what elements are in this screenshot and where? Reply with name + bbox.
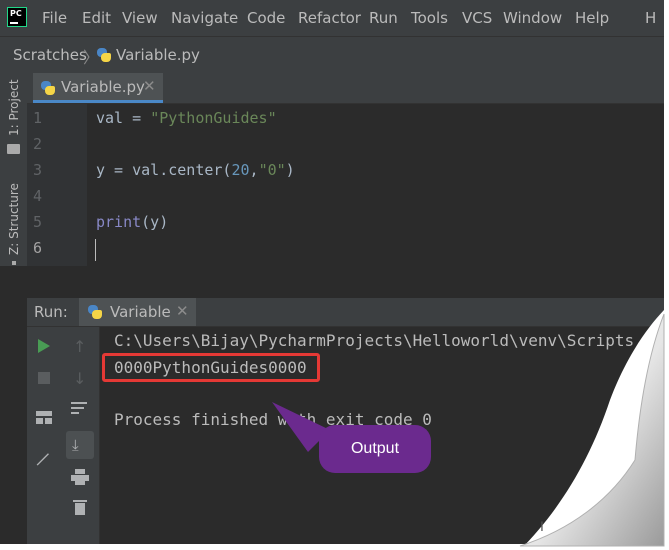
play-icon[interactable] — [38, 339, 50, 353]
editor-tab-row: Variable.py ✕ — [27, 73, 664, 104]
project-tool-tab[interactable]: 1: Project — [7, 79, 21, 136]
menu-code[interactable]: Code — [247, 9, 285, 27]
menu-edit[interactable]: Edit — [82, 9, 111, 27]
code-line-3: y = val.center(20,"0") — [96, 161, 295, 179]
arrow-down-icon[interactable]: ↓ — [73, 369, 86, 388]
layout-icon[interactable] — [36, 411, 52, 424]
page-curl-decoration — [519, 310, 669, 550]
line-number: 1 — [33, 109, 43, 127]
output-callout: Output — [319, 425, 431, 473]
pycharm-logo-icon: PC — [7, 7, 27, 27]
breadcrumb-file[interactable]: Variable.py — [116, 46, 200, 64]
line-number: 4 — [33, 187, 43, 205]
pin-icon[interactable]: ❘ — [32, 447, 55, 470]
breadcrumb-scratches[interactable]: Scratches — [13, 46, 87, 64]
menu-navigate[interactable]: Navigate — [171, 9, 238, 27]
menu-run[interactable]: Run — [369, 9, 398, 27]
code-line-5: print(y) — [96, 213, 169, 231]
console-toolbar: ↑ ↓ ⤓ — [61, 327, 100, 544]
run-tab-label: Variable — [110, 303, 171, 321]
text-cursor — [95, 239, 96, 261]
trash-icon[interactable] — [73, 499, 87, 515]
tab-variable-py[interactable]: Variable.py ✕ — [33, 73, 163, 103]
structure-tool-tab[interactable]: Z: Structure — [7, 183, 21, 255]
tab-label: Variable.py — [61, 78, 145, 96]
line-number-current: 6 — [33, 239, 43, 257]
run-tab-variable[interactable]: Variable ✕ — [79, 298, 196, 326]
code-editor[interactable]: val = "PythonGuides" y = val.center(20,"… — [87, 104, 664, 266]
menu-refactor[interactable]: Refactor — [298, 9, 361, 27]
soft-wrap-icon[interactable] — [71, 401, 89, 415]
menu-vcs[interactable]: VCS — [462, 9, 492, 27]
line-number: 2 — [33, 135, 43, 153]
python-file-icon — [96, 47, 112, 63]
menu-tools[interactable]: Tools — [411, 9, 448, 27]
folder-icon[interactable] — [7, 144, 20, 154]
menu-help[interactable]: Help — [575, 9, 609, 27]
close-icon[interactable]: ✕ — [176, 302, 189, 320]
menu-overflow[interactable]: H — [645, 9, 656, 27]
code-line-1: val = "PythonGuides" — [96, 109, 277, 127]
line-number: 5 — [33, 213, 43, 231]
print-icon[interactable] — [71, 469, 89, 485]
breadcrumb: Scratches 〉 Variable.py — [0, 36, 664, 73]
console-output-line: 0000PythonGuides0000 — [114, 358, 307, 377]
python-run-icon — [87, 304, 103, 320]
run-panel-label: Run: — [34, 303, 68, 321]
menu-bar: PC File Edit View Navigate Code Refactor… — [0, 0, 664, 36]
line-number-gutter: 1 2 3 4 5 6 — [27, 104, 87, 266]
menu-window[interactable]: Window — [503, 9, 562, 27]
menu-file[interactable]: File — [42, 9, 67, 27]
scroll-to-end-icon[interactable]: ⤓ — [66, 431, 94, 459]
run-toolbar: ❘ — [27, 327, 61, 544]
panel-splitter[interactable] — [0, 266, 664, 298]
i-beam-cursor-icon: I — [540, 518, 544, 534]
line-number: 3 — [33, 161, 43, 179]
arrow-up-icon[interactable]: ↑ — [73, 337, 86, 356]
left-tool-strip: 1: Project Z: Structure — [0, 73, 27, 298]
menu-view[interactable]: View — [122, 9, 158, 27]
stop-icon[interactable] — [38, 372, 50, 384]
close-icon[interactable]: ✕ — [143, 77, 156, 95]
python-file-icon — [40, 80, 56, 96]
